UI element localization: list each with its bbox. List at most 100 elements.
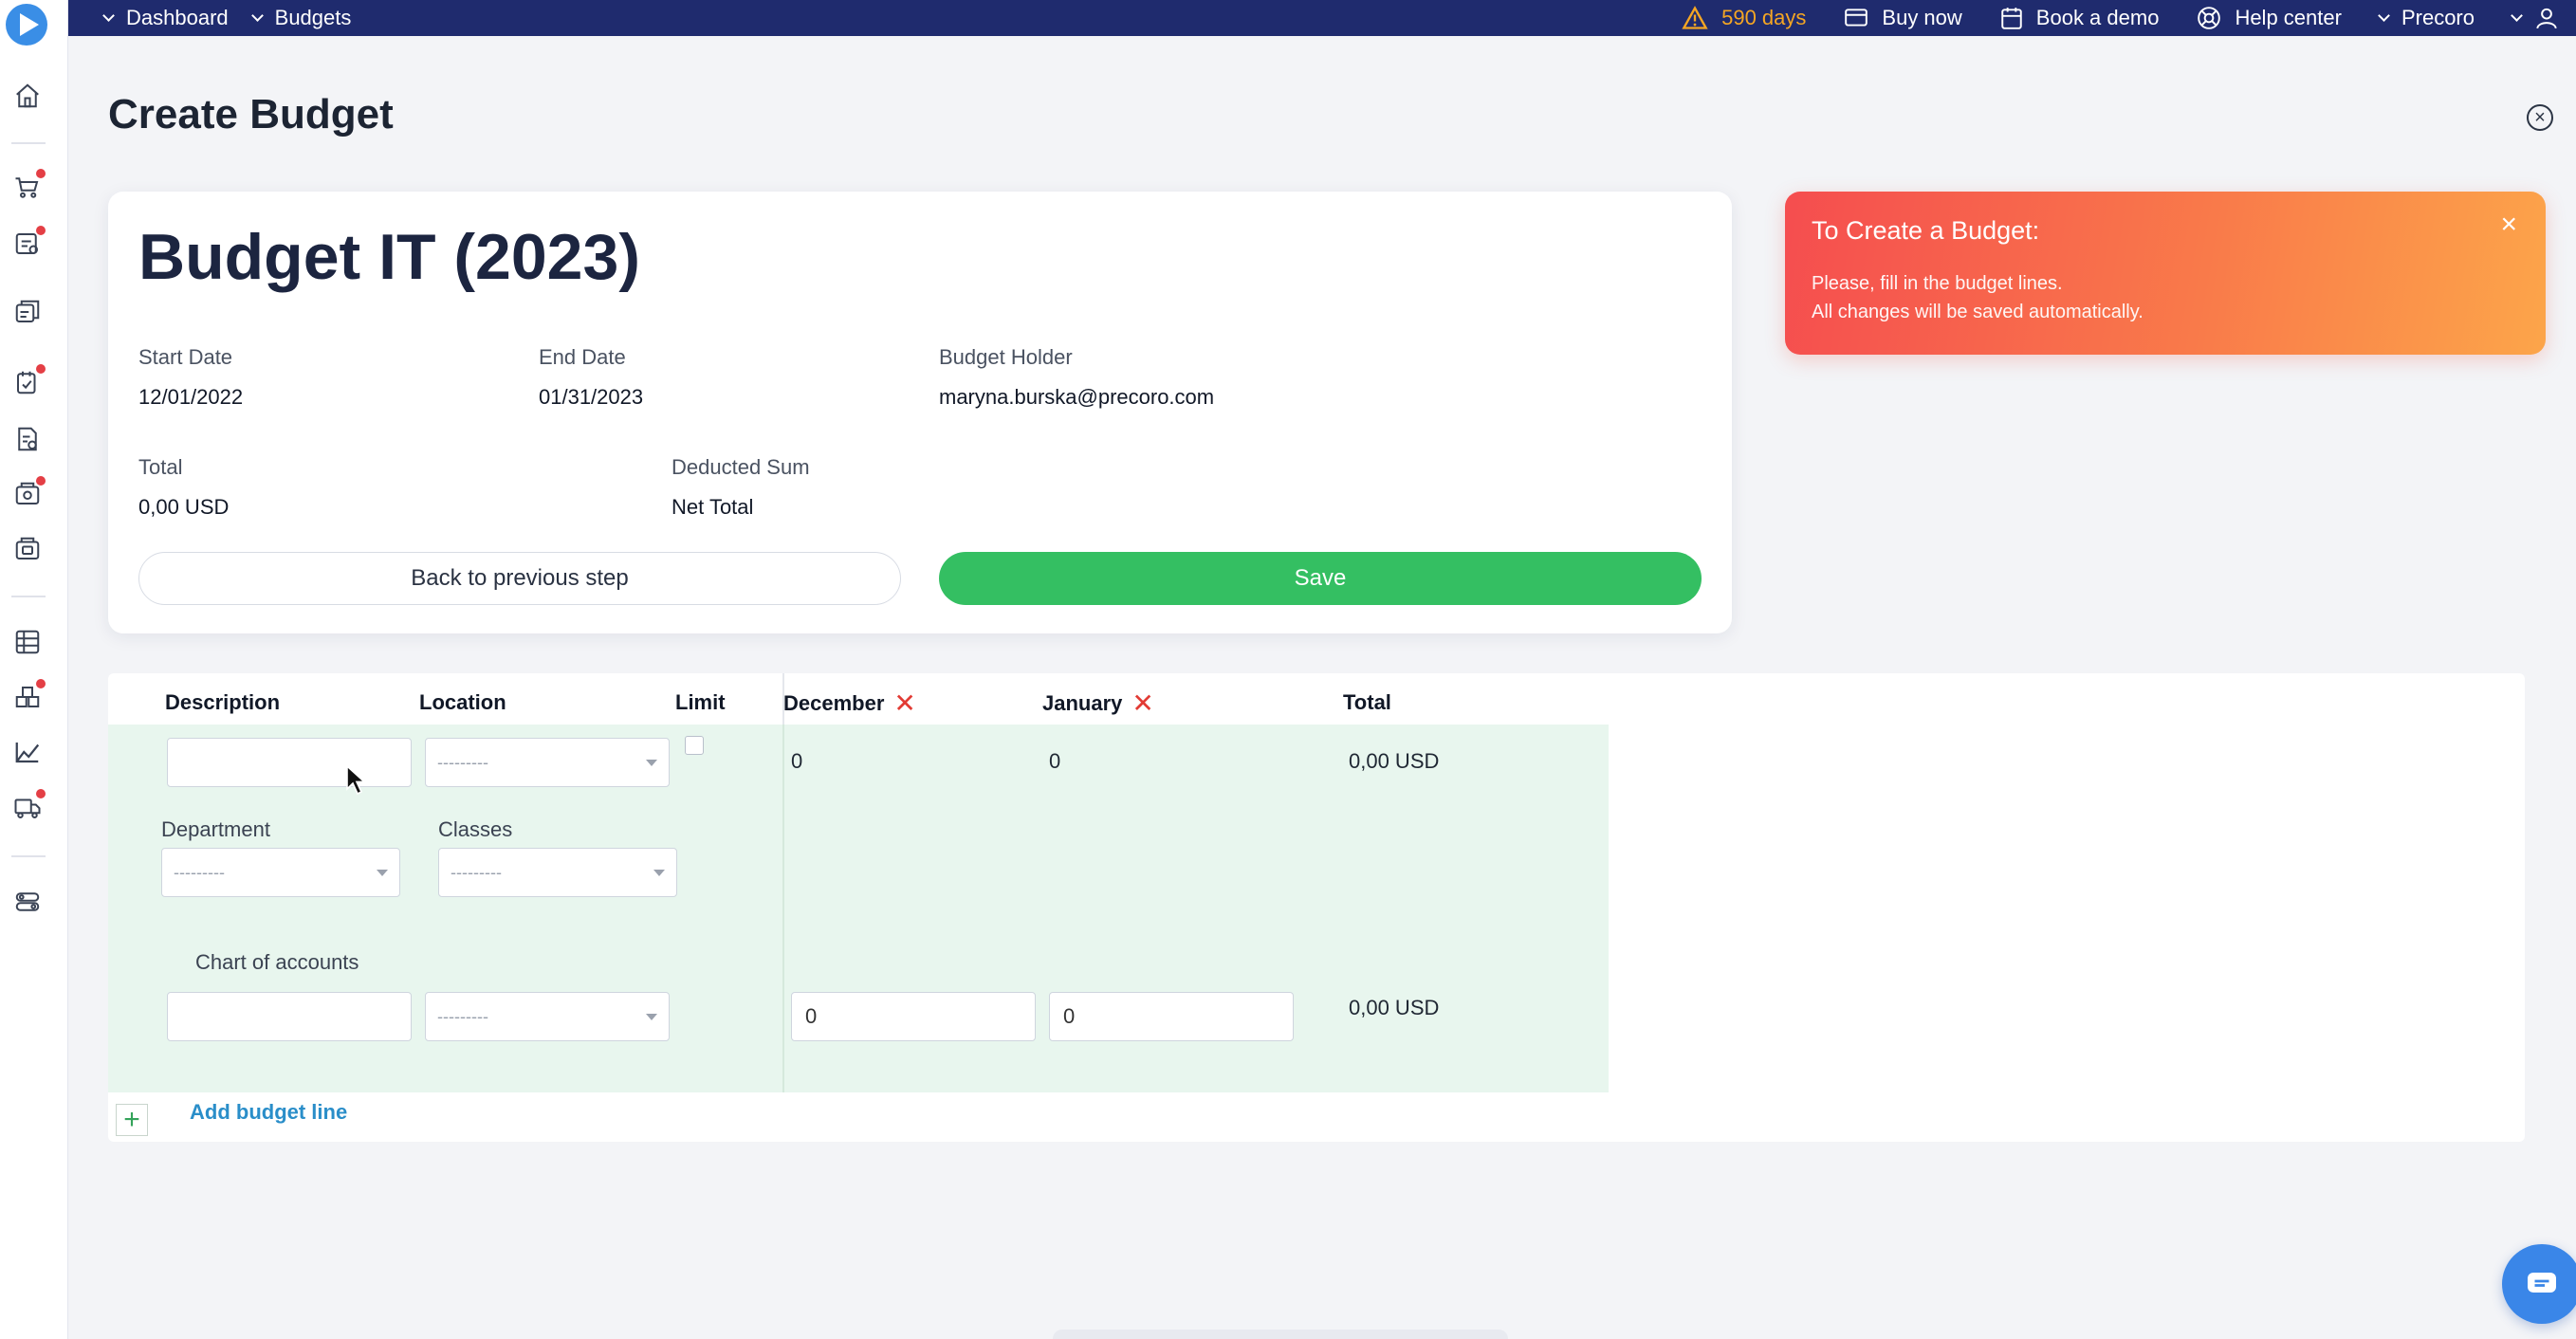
remove-december-icon[interactable]: ✕ xyxy=(893,690,915,717)
header-location: Location xyxy=(419,690,506,715)
description-input[interactable] xyxy=(167,738,412,787)
book-demo-link[interactable]: Book a demo xyxy=(2000,6,2159,30)
invoices-icon[interactable] xyxy=(13,425,42,453)
notification-dot xyxy=(36,679,46,688)
chevron-down-icon xyxy=(2378,9,2390,22)
deducted-sum-value: Net Total xyxy=(672,495,754,519)
add-row-button[interactable]: + xyxy=(116,1104,148,1136)
user-menu[interactable] xyxy=(2511,6,2559,30)
warning-icon xyxy=(1682,6,1708,29)
notice-close-button[interactable]: × xyxy=(2500,211,2517,239)
december-value: 0 xyxy=(791,749,803,773)
department-select-value: --------- xyxy=(174,862,225,882)
breadcrumb-dashboard-label: Dashboard xyxy=(126,6,229,29)
january-amount-input[interactable]: 0 xyxy=(1049,992,1294,1041)
chevron-down-icon xyxy=(2511,9,2523,22)
home-icon[interactable] xyxy=(13,82,42,110)
buy-now-label: Buy now xyxy=(1882,6,1962,29)
dropdown-caret-icon xyxy=(646,1014,657,1020)
start-date-value: 12/01/2022 xyxy=(138,385,244,409)
chart-of-accounts-select-value: --------- xyxy=(437,1006,488,1026)
bottom-scroll-handle[interactable] xyxy=(1053,1330,1508,1339)
chat-icon xyxy=(2528,1273,2556,1293)
close-page-button[interactable]: × xyxy=(2527,104,2553,131)
classes-select[interactable]: --------- xyxy=(438,848,677,897)
payments-icon[interactable] xyxy=(13,476,46,508)
orders-icon[interactable] xyxy=(13,298,42,326)
total-label: Total xyxy=(138,455,183,479)
chart-of-accounts-select[interactable]: --------- xyxy=(425,992,670,1041)
chart-of-accounts-label: Chart of accounts xyxy=(195,950,359,974)
page-title: Create Budget xyxy=(108,91,394,138)
budget-name: Budget IT (2023) xyxy=(138,221,640,293)
help-center-label: Help center xyxy=(2235,6,2342,29)
back-to-previous-step-button[interactable]: Back to previous step xyxy=(138,552,901,605)
card-icon xyxy=(1845,9,1868,27)
precoro-logo[interactable] xyxy=(6,4,47,46)
notice-line-2: All changes will be saved automatically. xyxy=(1812,302,2144,322)
purchase-requests-icon[interactable] xyxy=(13,169,46,201)
budget-line-row: --------- 0 0 0,00 USD Department ------… xyxy=(108,725,1609,1136)
warehouse-icon[interactable] xyxy=(13,679,46,711)
breadcrumb-budgets[interactable]: Budgets xyxy=(250,6,351,30)
december-amount-input[interactable]: 0 xyxy=(791,992,1036,1041)
header-january: January ✕ xyxy=(1042,690,1154,717)
notice-line-1: Please, fill in the budget lines. xyxy=(1812,273,2063,294)
analytics-icon[interactable] xyxy=(13,738,42,766)
header-total-label: Total xyxy=(1343,690,1391,714)
breadcrumb: Dashboard Budgets xyxy=(68,6,376,30)
header-limit: Limit xyxy=(675,690,726,715)
location-select[interactable]: --------- xyxy=(425,738,670,787)
save-button[interactable]: Save xyxy=(939,552,1702,605)
end-date-value: 01/31/2023 xyxy=(539,385,644,409)
january-value: 0 xyxy=(1049,749,1061,773)
company-switcher[interactable]: Precoro xyxy=(2378,6,2475,30)
budgets-icon[interactable] xyxy=(13,628,42,656)
chat-support-button[interactable] xyxy=(2502,1244,2576,1324)
sidebar-divider xyxy=(11,596,46,597)
notification-dot xyxy=(36,789,46,798)
limit-checkbox[interactable] xyxy=(685,736,704,755)
close-icon: × xyxy=(2534,107,2546,128)
remove-january-icon[interactable]: ✕ xyxy=(1132,690,1153,717)
approvals-icon[interactable] xyxy=(13,226,46,258)
deducted-sum-label: Deducted Sum xyxy=(672,455,810,479)
dropdown-caret-icon xyxy=(646,760,657,766)
notice-title: To Create a Budget: xyxy=(1812,216,2040,245)
header-location-label: Location xyxy=(419,690,506,714)
trial-days-text: 590 days xyxy=(1721,6,1807,29)
department-select[interactable]: --------- xyxy=(161,848,400,897)
budget-holder-value: maryna.burska@precoro.com xyxy=(939,385,1215,409)
notification-dot xyxy=(36,169,46,178)
start-date-label: Start Date xyxy=(138,345,233,369)
end-date-label: End Date xyxy=(539,345,626,369)
notification-dot xyxy=(36,476,46,486)
user-icon xyxy=(2536,8,2557,29)
suppliers-icon[interactable] xyxy=(13,789,46,821)
header-limit-label: Limit xyxy=(675,690,726,714)
january-amount-value: 0 xyxy=(1063,1004,1076,1028)
sidebar-divider xyxy=(11,855,46,857)
settings-toggle-icon[interactable] xyxy=(13,888,42,916)
december-amount-value: 0 xyxy=(805,1004,818,1028)
total-value: 0,00 USD xyxy=(138,495,230,519)
dropdown-caret-icon xyxy=(377,870,388,876)
buy-now-link[interactable]: Buy now xyxy=(1844,6,1962,30)
dropdown-caret-icon xyxy=(653,870,665,876)
row-total-value: 0,00 USD xyxy=(1349,749,1440,773)
add-budget-line-link[interactable]: Add budget line xyxy=(190,1100,347,1125)
budget-holder-label: Budget Holder xyxy=(939,345,1073,369)
left-sidebar xyxy=(0,0,68,1339)
row-total-value: 0,00 USD xyxy=(1349,996,1440,1019)
header-december-label: December xyxy=(783,691,885,715)
receipts-icon[interactable] xyxy=(13,364,46,396)
chart-of-accounts-input[interactable] xyxy=(167,992,412,1041)
expenses-icon[interactable] xyxy=(13,535,42,563)
chevron-down-icon xyxy=(250,9,264,22)
help-center-link[interactable]: Help center xyxy=(2197,6,2342,30)
lifebuoy-icon xyxy=(2198,7,2221,29)
header-description-label: Description xyxy=(165,690,281,714)
chevron-down-icon xyxy=(102,9,115,22)
breadcrumb-dashboard[interactable]: Dashboard xyxy=(102,6,229,30)
trial-days-indicator[interactable]: 590 days xyxy=(1682,6,1806,30)
